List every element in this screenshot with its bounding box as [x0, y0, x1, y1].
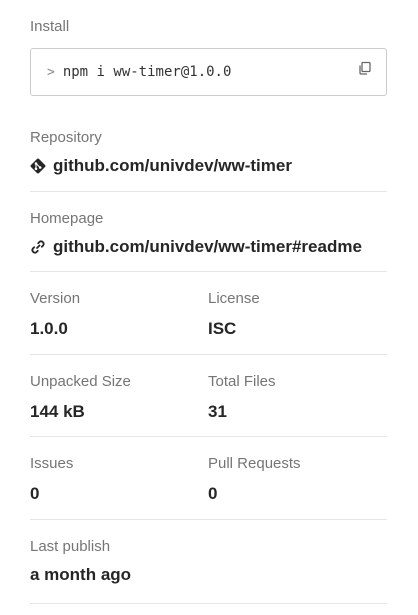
license-value: ISC: [208, 319, 237, 338]
version-value: 1.0.0: [30, 319, 68, 338]
install-command[interactable]: npm i ww-timer@1.0.0: [63, 64, 358, 80]
repository-label: Repository: [30, 129, 102, 146]
divider: [30, 519, 387, 520]
total-files-value: 31: [208, 402, 227, 421]
pull-requests-value[interactable]: 0: [208, 483, 386, 505]
unpacked-size-cell: Unpacked Size 144 kB: [30, 373, 208, 423]
issues-cell: Issues 0: [30, 455, 208, 505]
repository-section: Repository github.com/univdev/ww-timer: [30, 129, 387, 177]
version-cell: Version 1.0.0: [30, 290, 208, 340]
pull-requests-cell: Pull Requests 0: [208, 455, 386, 505]
divider: [30, 271, 387, 272]
last-publish-section: Last publish a month ago: [30, 538, 387, 586]
install-command-box[interactable]: > npm i ww-timer@1.0.0: [30, 48, 387, 96]
divider: [30, 354, 387, 355]
unpacked-size-value: 144 kB: [30, 402, 85, 421]
divider: [30, 603, 387, 604]
prompt-icon: >: [47, 64, 55, 80]
version-license-row: Version 1.0.0 License ISC: [30, 290, 387, 340]
total-files-cell: Total Files 31: [208, 373, 386, 423]
pull-requests-label: Pull Requests: [208, 455, 301, 472]
divider: [30, 436, 387, 437]
divider: [30, 191, 387, 192]
last-publish-label: Last publish: [30, 538, 111, 555]
homepage-section: Homepage github.com/univdev/ww-timer#rea…: [30, 210, 387, 258]
install-label: Install: [30, 18, 70, 35]
copy-icon[interactable]: [358, 61, 372, 75]
git-icon: [30, 158, 46, 174]
repository-link[interactable]: github.com/univdev/ww-timer: [53, 156, 292, 176]
version-label: Version: [30, 290, 81, 307]
size-files-row: Unpacked Size 144 kB Total Files 31: [30, 373, 387, 423]
issues-label: Issues: [30, 455, 74, 472]
issues-value[interactable]: 0: [30, 483, 208, 505]
homepage-link[interactable]: github.com/univdev/ww-timer#readme: [53, 237, 362, 257]
link-icon: [30, 239, 46, 255]
last-publish-value: a month ago: [30, 565, 132, 584]
homepage-label: Homepage: [30, 210, 104, 227]
unpacked-size-label: Unpacked Size: [30, 373, 131, 390]
license-cell: License ISC: [208, 290, 386, 340]
issues-prs-row: Issues 0 Pull Requests 0: [30, 455, 387, 505]
package-sidebar: Install > npm i ww-timer@1.0.0 Repositor…: [0, 0, 418, 615]
total-files-label: Total Files: [208, 373, 276, 390]
license-label: License: [208, 290, 260, 307]
